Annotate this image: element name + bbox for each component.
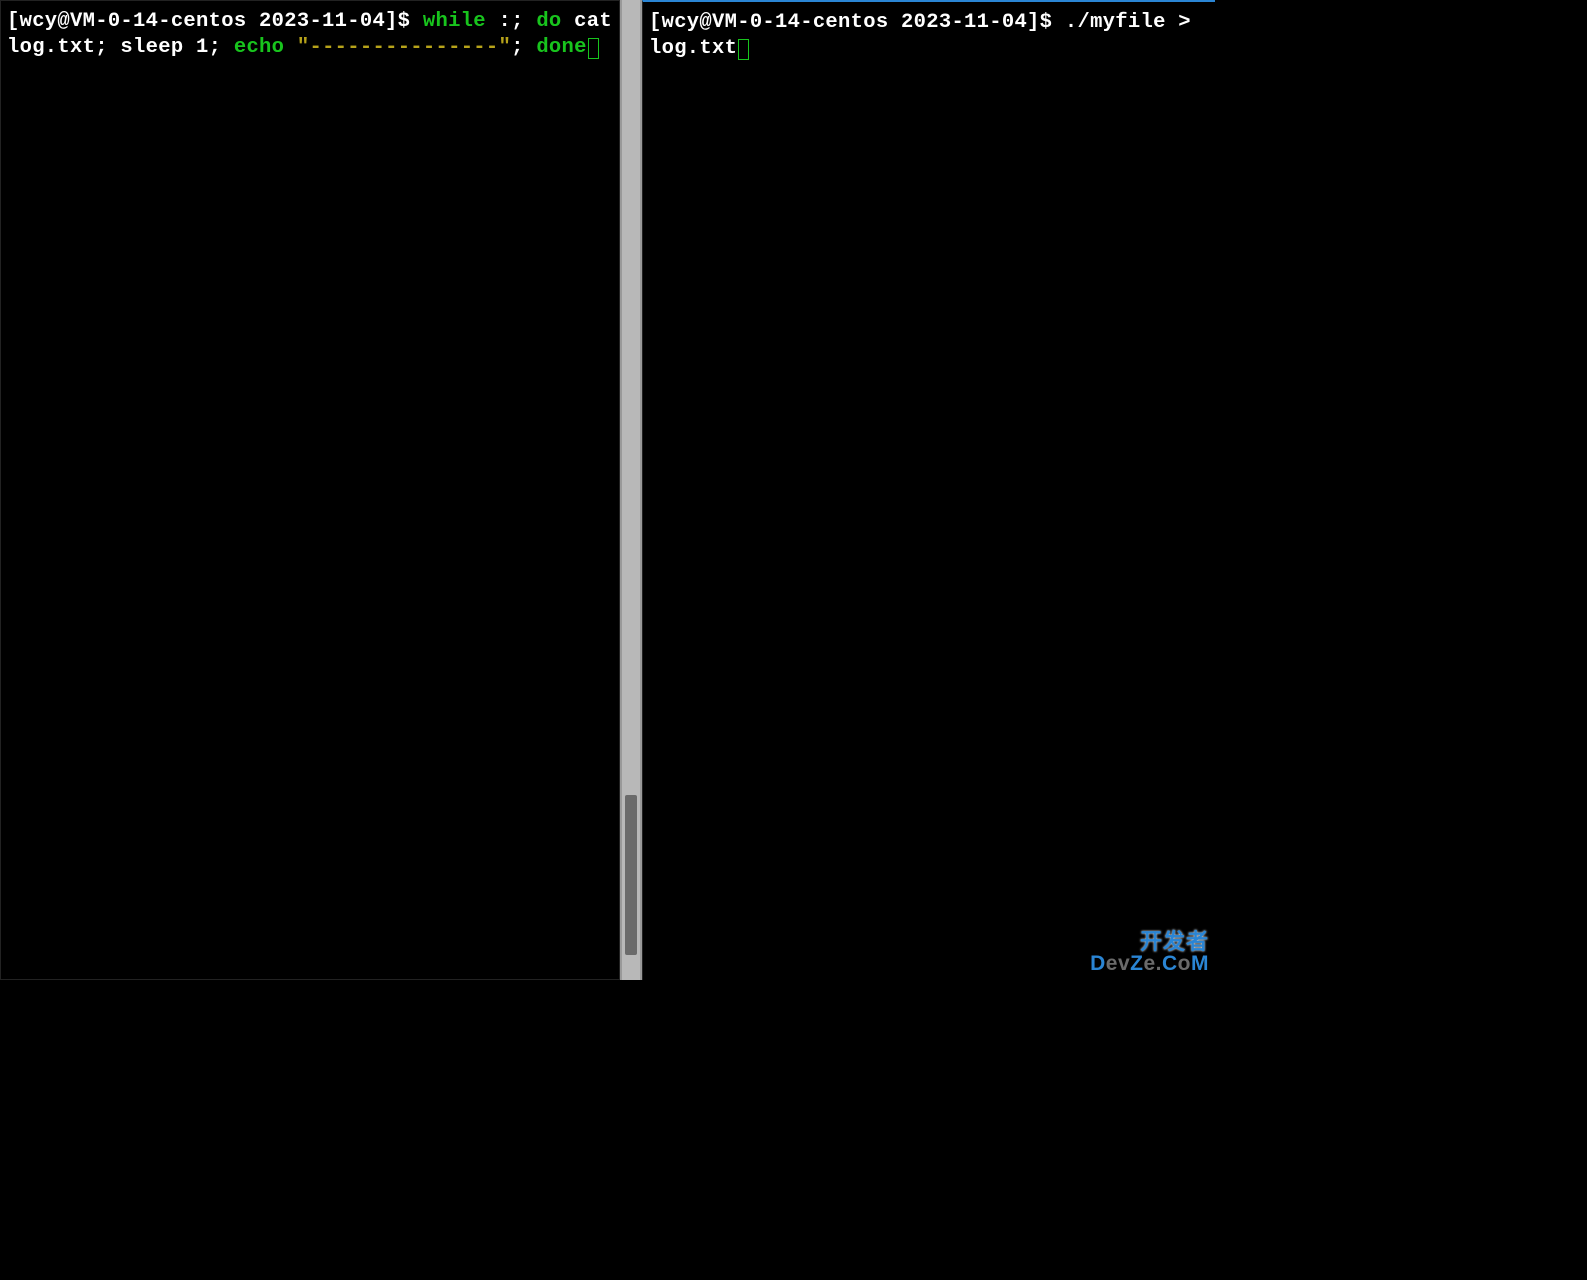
keyword-done: done: [536, 36, 586, 59]
cursor-left: [588, 38, 599, 59]
text-fragment: [284, 36, 297, 59]
watermark-line2: DevZe.CoM: [1090, 953, 1209, 974]
keyword-while: while: [423, 10, 486, 33]
prompt-right: [wcy@VM-0-14-centos 2023-11-04]$: [649, 11, 1065, 34]
watermark-line1: 开发者: [1090, 931, 1209, 953]
terminal-pane-right[interactable]: [wcy@VM-0-14-centos 2023-11-04]$ ./myfil…: [642, 0, 1215, 980]
pane-divider[interactable]: [620, 0, 642, 980]
watermark: 开发者 DevZe.CoM: [1090, 931, 1209, 974]
keyword-do: do: [536, 10, 561, 33]
text-fragment: :;: [486, 10, 536, 33]
terminal-pane-left[interactable]: [wcy@VM-0-14-centos 2023-11-04]$ while :…: [0, 0, 620, 980]
keyword-echo: echo: [234, 36, 284, 59]
terminal-content-right[interactable]: [wcy@VM-0-14-centos 2023-11-04]$ ./myfil…: [643, 2, 1215, 69]
prompt-left: [wcy@VM-0-14-centos 2023-11-04]$: [7, 10, 423, 33]
terminal-content-left[interactable]: [wcy@VM-0-14-centos 2023-11-04]$ while :…: [1, 1, 619, 68]
cursor-right: [738, 39, 749, 60]
string-literal: "---------------": [297, 36, 511, 59]
text-fragment: ;: [511, 36, 536, 59]
scrollbar-thumb[interactable]: [625, 795, 637, 955]
